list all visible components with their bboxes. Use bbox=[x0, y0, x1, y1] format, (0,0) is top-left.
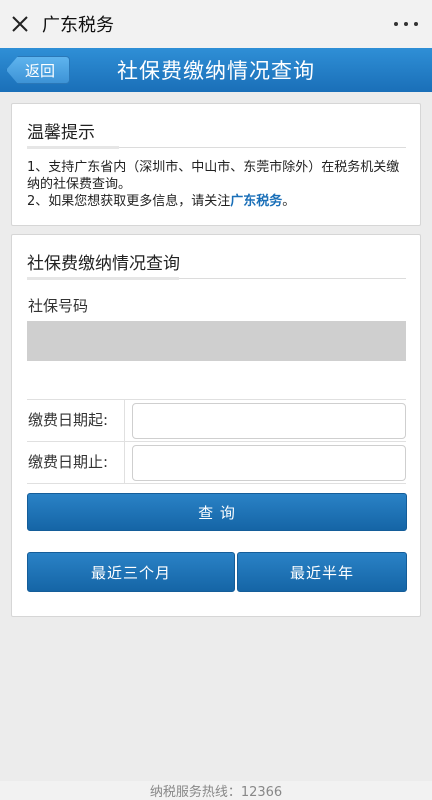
row-divider bbox=[27, 399, 406, 400]
page-title: 社保费缴纳情况查询 bbox=[117, 59, 315, 83]
date-start-label: 缴费日期起: bbox=[28, 411, 109, 429]
row-divider bbox=[27, 483, 406, 484]
tips-divider bbox=[27, 146, 406, 149]
guangdong-tax-link[interactable]: 广东税务 bbox=[230, 194, 282, 209]
tip-line-2: 2、如果您想获取更多信息，请关注广东税务。 bbox=[27, 194, 296, 209]
search-button[interactable]: 查 询 bbox=[27, 493, 407, 531]
service-hotline: 纳税服务热线：12366 bbox=[0, 781, 432, 800]
query-card: 社保费缴纳情况查询 社保号码 缴费日期起: 缴费日期止: 查 询 最近三个月 最… bbox=[11, 234, 421, 617]
date-end-input[interactable] bbox=[132, 445, 406, 481]
ss-number-input[interactable] bbox=[27, 321, 406, 361]
col-divider bbox=[124, 399, 125, 441]
back-button[interactable]: 返回 bbox=[6, 56, 70, 84]
date-start-input[interactable] bbox=[132, 403, 406, 439]
page-header: 返回 社保费缴纳情况查询 bbox=[0, 48, 432, 92]
top-bar: 广东税务 bbox=[0, 0, 432, 48]
tip-line-1: 1、支持广东省内（深圳市、中山市、东莞市除外）在税务机关缴纳的社保费查询。 bbox=[27, 160, 400, 192]
app-title: 广东税务 bbox=[42, 15, 114, 36]
query-divider bbox=[27, 277, 406, 280]
tips-title: 温馨提示 bbox=[27, 123, 95, 143]
ss-number-label: 社保号码 bbox=[28, 297, 89, 315]
query-title: 社保费缴纳情况查询 bbox=[27, 254, 180, 274]
col-divider bbox=[124, 441, 125, 483]
tips-card: 温馨提示 1、支持广东省内（深圳市、中山市、东莞市除外）在税务机关缴纳的社保费查… bbox=[11, 103, 421, 226]
recent-6-months-button[interactable]: 最近半年 bbox=[237, 552, 407, 592]
close-icon[interactable] bbox=[0, 0, 40, 48]
recent-3-months-button[interactable]: 最近三个月 bbox=[27, 552, 235, 592]
row-divider bbox=[27, 441, 406, 442]
more-dots-icon[interactable] bbox=[394, 14, 418, 34]
date-end-label: 缴费日期止: bbox=[28, 453, 109, 471]
